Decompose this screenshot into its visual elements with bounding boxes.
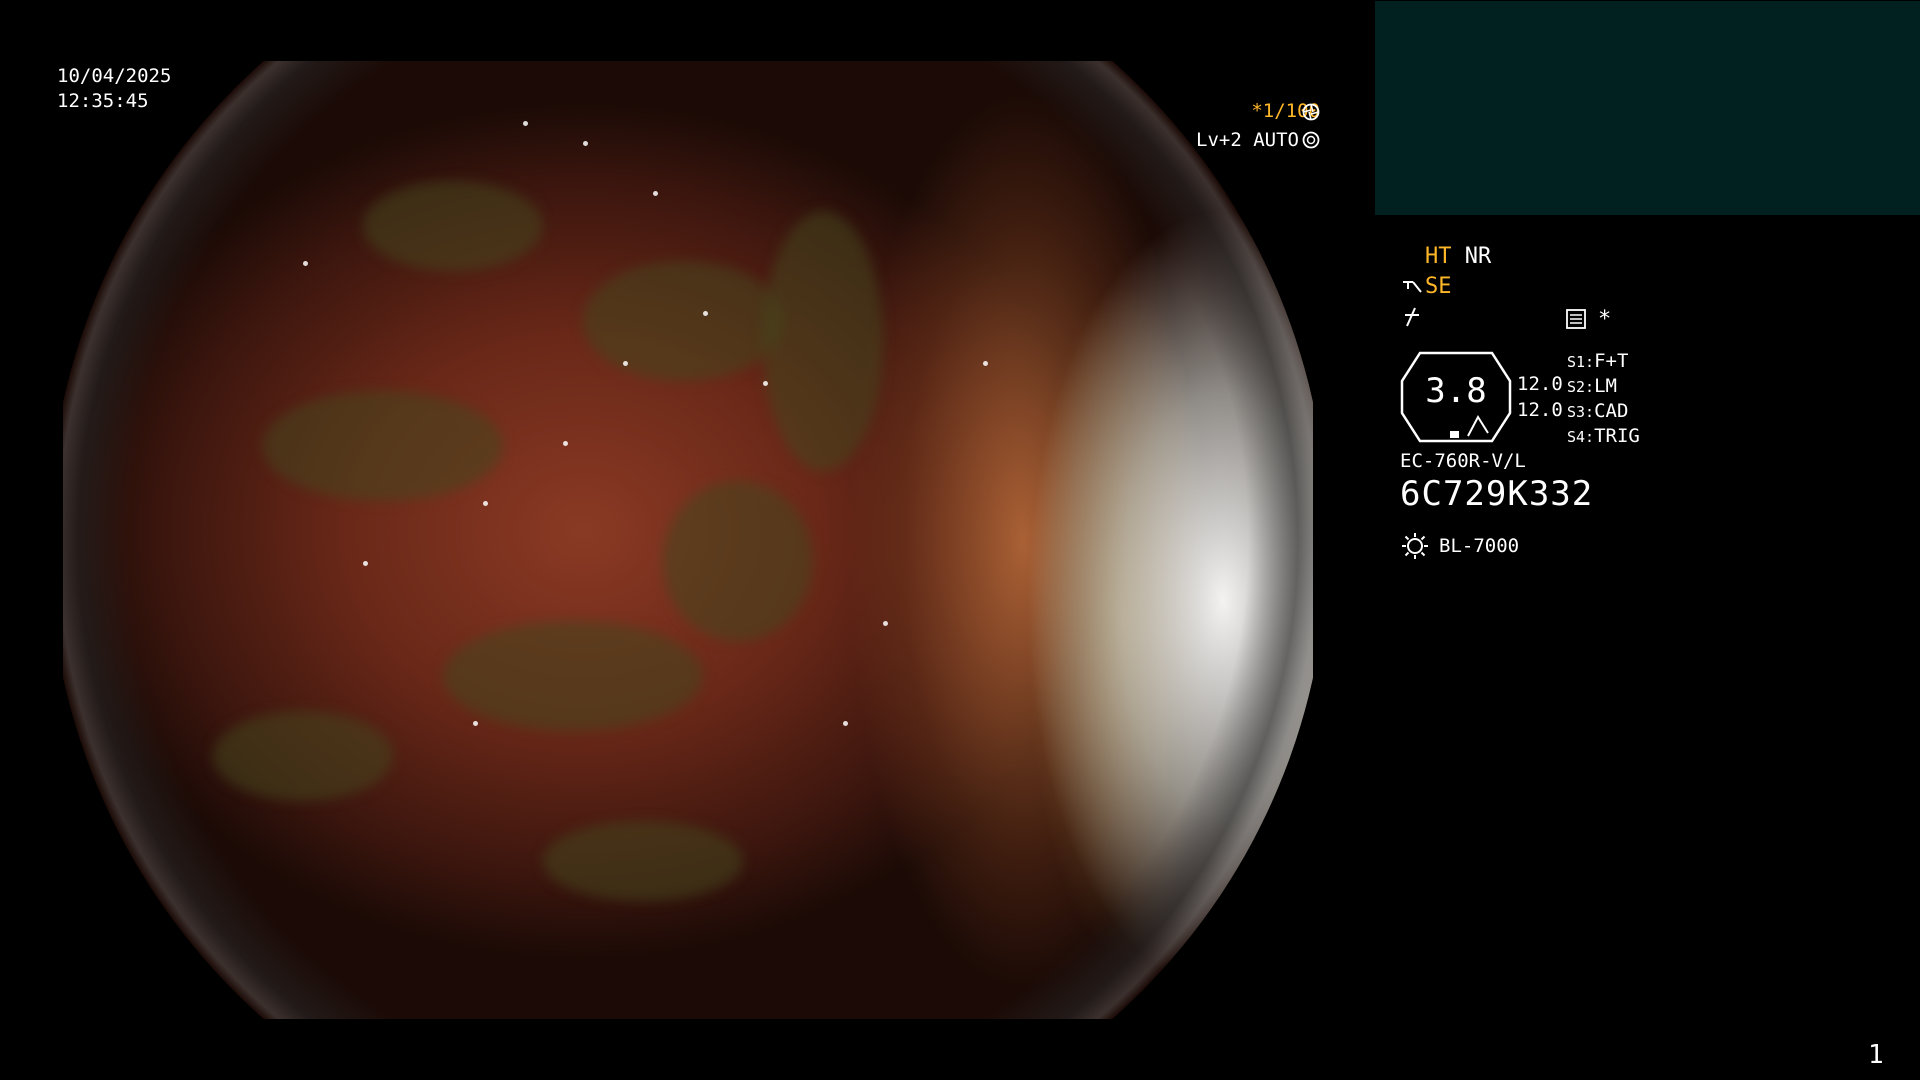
scope-model: EC-760R-V/L — [1400, 450, 1526, 472]
page-number: 1 — [1868, 1040, 1884, 1070]
light-source-label: BL-7000 — [1439, 535, 1520, 557]
se-indicator: SE — [1425, 274, 1452, 299]
switch-row: S4:TRIG — [1567, 425, 1640, 447]
switch-row: S3:CAD — [1567, 400, 1629, 422]
thumbnail-panel — [1375, 1, 1920, 215]
switch-row: S2:LM — [1567, 375, 1617, 397]
air-pressure-gauge: 3.8 — [1400, 351, 1512, 443]
aperture-icon — [1302, 103, 1320, 125]
gauge-value: 3.8 — [1425, 371, 1487, 411]
memory-icon — [1566, 309, 1586, 333]
iris-mode: Lv+2 AUTO — [1196, 129, 1299, 151]
endoscope-image — [63, 61, 1313, 1019]
nr-indicator: NR — [1464, 244, 1492, 269]
light-source-icon — [1400, 531, 1430, 565]
enhance-icon — [1401, 277, 1425, 301]
freeze-icon — [1401, 306, 1423, 332]
gauge-bottom-value: 12.0 — [1517, 399, 1563, 421]
ht-indicator: HT — [1425, 244, 1452, 269]
time-label: 12:35:45 — [57, 90, 149, 112]
date-label: 10/04/2025 — [57, 65, 172, 87]
switch-list: S1:F+T S2:LM S3:CAD S4:TRIG — [1567, 349, 1640, 449]
iris-icon — [1302, 131, 1320, 153]
gauge-top-value: 12.0 — [1517, 373, 1563, 395]
memory-star: * — [1598, 307, 1612, 332]
scope-serial: 6C729K332 — [1400, 474, 1594, 514]
switch-row: S1:F+T — [1567, 350, 1629, 372]
